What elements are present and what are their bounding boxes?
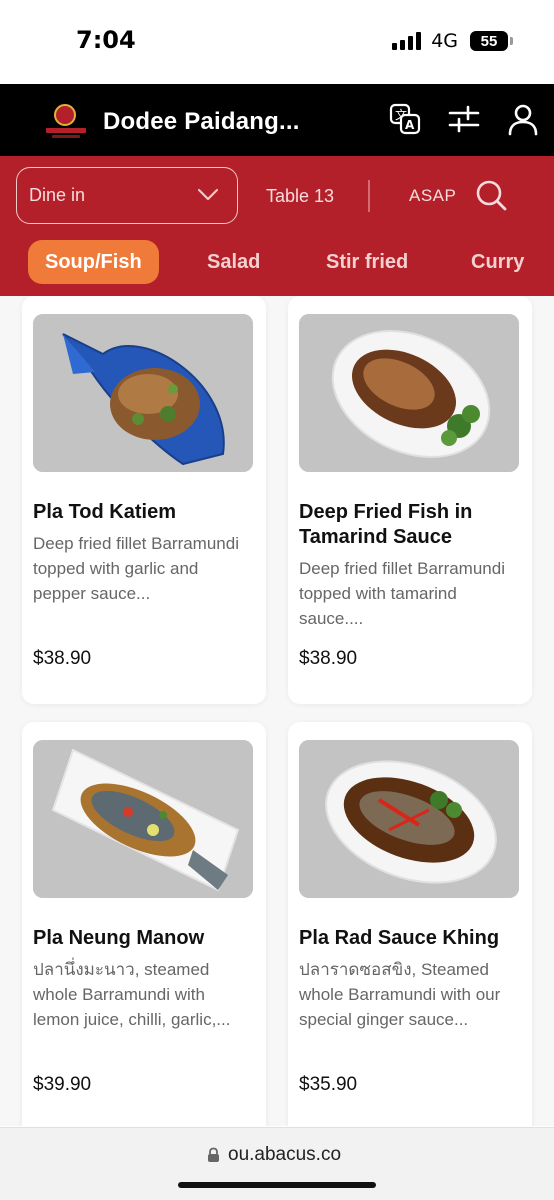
network-label: 4G bbox=[431, 30, 458, 52]
svg-text:A: A bbox=[405, 118, 415, 132]
time-selector[interactable]: ASAP bbox=[409, 186, 456, 206]
tab-salad[interactable]: Salad bbox=[207, 240, 260, 284]
tab-curry[interactable]: Curry bbox=[471, 240, 524, 284]
divider bbox=[368, 180, 370, 212]
menu-item-title: Pla Rad Sauce Khing bbox=[299, 927, 500, 949]
dish-photo-pla-rad-sauce-khing bbox=[299, 740, 519, 898]
dish-photo-tamarind-fish bbox=[299, 314, 519, 472]
lock-icon bbox=[207, 1147, 220, 1168]
status-indicators: 4G 55 bbox=[392, 30, 513, 52]
order-options-bar: Dine in Table 13 ASAP Soup/Fish Salad St… bbox=[0, 156, 554, 296]
menu-item-card[interactable]: Pla Tod Katiem Deep fried fillet Barramu… bbox=[22, 296, 266, 704]
table-selector[interactable]: Table 13 bbox=[266, 186, 334, 207]
menu-grid: Pla Tod Katiem Deep fried fillet Barramu… bbox=[0, 296, 554, 1126]
status-bar: 7:04 4G 55 bbox=[0, 0, 554, 84]
dine-mode-value: Dine in bbox=[29, 185, 86, 205]
menu-item-card[interactable]: Pla Neung Manow ปลานึ่งมะนาว, steamed wh… bbox=[22, 722, 266, 1126]
menu-item-card[interactable]: Pla Rad Sauce Khing ปลาราดซอสขิง, Steame… bbox=[288, 722, 532, 1126]
dine-mode-select[interactable]: Dine in bbox=[16, 167, 238, 224]
restaurant-name[interactable]: Dodee Paidang... bbox=[103, 108, 300, 136]
menu-item-card[interactable]: Deep Fried Fish in Tamarind Sauce Deep f… bbox=[288, 296, 532, 704]
menu-item-price: $38.90 bbox=[33, 648, 92, 669]
filter-sliders-icon[interactable] bbox=[447, 102, 481, 136]
tab-stir-fried[interactable]: Stir fried bbox=[326, 240, 408, 284]
menu-item-price: $35.90 bbox=[299, 1074, 358, 1095]
menu-item-title: Deep Fried Fish in Tamarind Sauce bbox=[299, 501, 473, 548]
url-text: ou.abacus.co bbox=[228, 1144, 342, 1165]
tab-soup-fish[interactable]: Soup/Fish bbox=[28, 240, 159, 284]
battery-icon: 55 bbox=[470, 31, 513, 51]
restaurant-logo[interactable] bbox=[44, 100, 86, 142]
home-indicator[interactable] bbox=[178, 1182, 376, 1188]
dish-photo-pla-neung-manow bbox=[33, 740, 253, 898]
browser-url-bar[interactable]: ou.abacus.co bbox=[0, 1127, 554, 1200]
menu-item-description: ปลาราดซอสขิง, Steamed whole Barramundi w… bbox=[299, 960, 501, 1029]
menu-item-price: $38.90 bbox=[299, 648, 358, 669]
search-icon[interactable] bbox=[474, 178, 508, 212]
menu-item-title: Pla Neung Manow bbox=[33, 927, 205, 949]
menu-item-price: $39.90 bbox=[33, 1074, 92, 1095]
translate-icon[interactable]: 文 A bbox=[388, 102, 422, 136]
menu-item-title: Pla Tod Katiem bbox=[33, 501, 176, 523]
chevron-down-icon bbox=[197, 188, 219, 207]
status-time: 7:04 bbox=[76, 26, 136, 54]
signal-icon bbox=[392, 32, 422, 50]
menu-item-description: Deep fried fillet Barramundi topped with… bbox=[33, 534, 239, 603]
user-icon[interactable] bbox=[506, 102, 540, 136]
category-tabs: Soup/Fish Salad Stir fried Curry bbox=[0, 240, 554, 286]
menu-item-description: Deep fried fillet Barramundi topped with… bbox=[299, 559, 505, 628]
app-header: Dodee Paidang... 文 A bbox=[0, 84, 554, 156]
menu-item-description: ปลานึ่งมะนาว, steamed whole Barramundi w… bbox=[33, 960, 231, 1029]
dish-photo-pla-tod-katiem bbox=[33, 314, 253, 472]
